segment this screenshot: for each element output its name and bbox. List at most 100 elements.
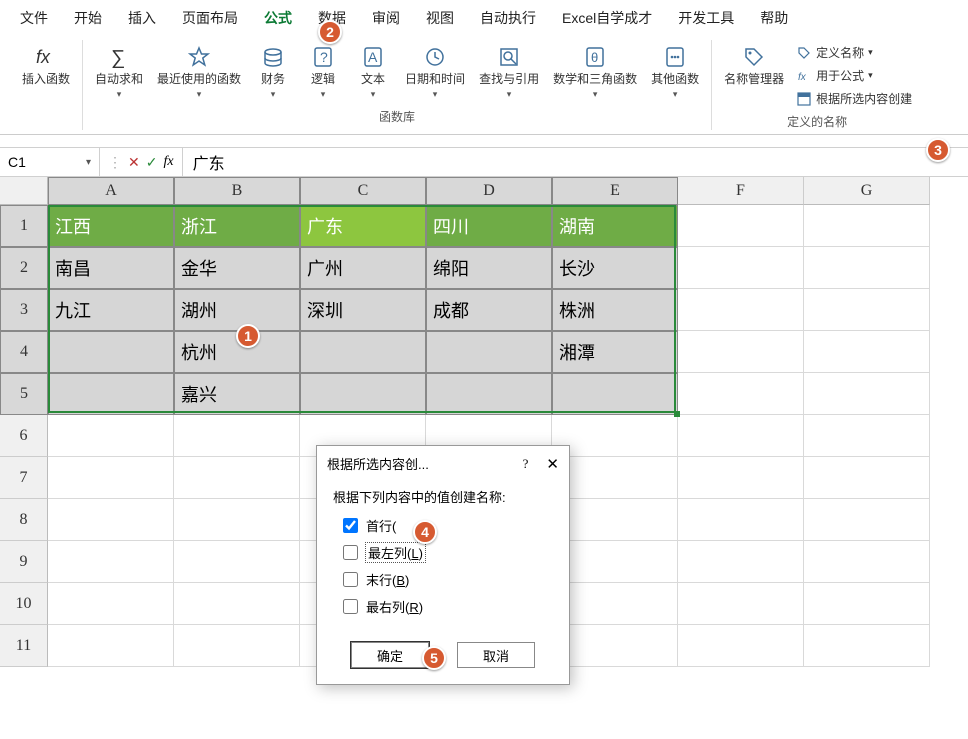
menu-file[interactable]: 文件	[16, 6, 52, 30]
fill-handle[interactable]	[674, 411, 680, 417]
recent-fn-button[interactable]: 最近使用的函数 ▾	[151, 40, 247, 104]
cell-G2[interactable]	[804, 247, 930, 289]
cell-G1[interactable]	[804, 205, 930, 247]
cell-E5[interactable]	[552, 373, 678, 415]
cell-E4[interactable]: 湘潭	[552, 331, 678, 373]
use-in-formula-button[interactable]: fx 用于公式 ▾	[792, 65, 916, 86]
row-header-6[interactable]: 6	[0, 415, 48, 457]
lookup-button[interactable]: 查找与引用 ▾	[473, 40, 545, 104]
row-header-9[interactable]: 9	[0, 541, 48, 583]
cell-G6[interactable]	[804, 415, 930, 457]
opt-left-checkbox[interactable]	[343, 545, 358, 560]
row-header-10[interactable]: 10	[0, 583, 48, 625]
row-header-11[interactable]: 11	[0, 625, 48, 667]
cell-C2[interactable]: 广州	[300, 247, 426, 289]
cancel-button[interactable]: 取消	[457, 642, 535, 668]
cell-F8[interactable]	[678, 499, 804, 541]
cell-B6[interactable]	[174, 415, 300, 457]
cell-F7[interactable]	[678, 457, 804, 499]
text-fn-button[interactable]: A 文本 ▾	[349, 40, 397, 104]
fx-icon[interactable]: fx	[163, 154, 173, 170]
cell-B7[interactable]	[174, 457, 300, 499]
mathtrig-button[interactable]: θ 数学和三角函数 ▾	[547, 40, 643, 104]
opt-right-checkbox[interactable]	[343, 599, 358, 614]
col-header-A[interactable]: A	[48, 177, 174, 205]
cell-C5[interactable]	[300, 373, 426, 415]
menu-insert[interactable]: 插入	[124, 6, 160, 30]
cell-A8[interactable]	[48, 499, 174, 541]
insert-function-button[interactable]: fx 插入函数	[16, 40, 76, 92]
cell-E10[interactable]	[552, 583, 678, 625]
cell-E3[interactable]: 株洲	[552, 289, 678, 331]
cell-E1[interactable]: 湖南	[552, 205, 678, 247]
opt-bottom-checkbox[interactable]	[343, 572, 358, 587]
opt-bottom-row[interactable]: 末行(B)	[343, 570, 553, 589]
define-name-button[interactable]: 定义名称 ▾	[792, 42, 916, 63]
cell-G10[interactable]	[804, 583, 930, 625]
cell-C4[interactable]	[300, 331, 426, 373]
cell-B10[interactable]	[174, 583, 300, 625]
cell-G3[interactable]	[804, 289, 930, 331]
col-header-E[interactable]: E	[552, 177, 678, 205]
formula-input[interactable]: 广东	[183, 150, 968, 174]
cell-G5[interactable]	[804, 373, 930, 415]
autosum-button[interactable]: ∑ 自动求和 ▾	[89, 40, 149, 104]
cell-A2[interactable]: 南昌	[48, 247, 174, 289]
cell-F10[interactable]	[678, 583, 804, 625]
cell-G7[interactable]	[804, 457, 930, 499]
cell-E8[interactable]	[552, 499, 678, 541]
col-header-B[interactable]: B	[174, 177, 300, 205]
cell-F5[interactable]	[678, 373, 804, 415]
cell-B1[interactable]: 浙江	[174, 205, 300, 247]
cell-A3[interactable]: 九江	[48, 289, 174, 331]
opt-top-row[interactable]: 首行(	[343, 516, 553, 535]
col-header-G[interactable]: G	[804, 177, 930, 205]
row-header-1[interactable]: 1	[0, 205, 48, 247]
cell-A5[interactable]	[48, 373, 174, 415]
cell-F9[interactable]	[678, 541, 804, 583]
ok-button[interactable]: 确定	[351, 642, 429, 668]
cancel-icon[interactable]: ✕	[128, 154, 140, 171]
dialog-close-button[interactable]: ✕	[546, 455, 559, 473]
cell-F3[interactable]	[678, 289, 804, 331]
cell-C1[interactable]: 广东	[300, 205, 426, 247]
cell-F6[interactable]	[678, 415, 804, 457]
cell-B8[interactable]	[174, 499, 300, 541]
cell-A4[interactable]	[48, 331, 174, 373]
opt-right-col[interactable]: 最右列(R)	[343, 597, 553, 616]
enter-icon[interactable]: ✓	[146, 154, 158, 171]
menu-formulas[interactable]: 公式	[260, 6, 296, 30]
cell-E11[interactable]	[552, 625, 678, 667]
name-box[interactable]: C1 ▾	[0, 148, 100, 176]
row-header-7[interactable]: 7	[0, 457, 48, 499]
cell-E2[interactable]: 长沙	[552, 247, 678, 289]
cell-B9[interactable]	[174, 541, 300, 583]
cell-C3[interactable]: 深圳	[300, 289, 426, 331]
menu-layout[interactable]: 页面布局	[178, 6, 242, 30]
menu-home[interactable]: 开始	[70, 6, 106, 30]
financial-button[interactable]: 财务 ▾	[249, 40, 297, 104]
row-header-5[interactable]: 5	[0, 373, 48, 415]
cell-B2[interactable]: 金华	[174, 247, 300, 289]
cell-D1[interactable]: 四川	[426, 205, 552, 247]
cell-E7[interactable]	[552, 457, 678, 499]
menu-review[interactable]: 审阅	[368, 6, 404, 30]
cell-D5[interactable]	[426, 373, 552, 415]
cell-G9[interactable]	[804, 541, 930, 583]
cell-D4[interactable]	[426, 331, 552, 373]
menu-help[interactable]: 帮助	[756, 6, 792, 30]
cell-A1[interactable]: 江西	[48, 205, 174, 247]
cell-B3[interactable]: 湖州	[174, 289, 300, 331]
menu-excel-self[interactable]: Excel自学成才	[558, 6, 656, 30]
row-header-4[interactable]: 4	[0, 331, 48, 373]
col-header-D[interactable]: D	[426, 177, 552, 205]
col-header-C[interactable]: C	[300, 177, 426, 205]
menu-auto[interactable]: 自动执行	[476, 6, 540, 30]
cell-A10[interactable]	[48, 583, 174, 625]
select-all-corner[interactable]	[0, 177, 48, 205]
cell-A11[interactable]	[48, 625, 174, 667]
cell-A9[interactable]	[48, 541, 174, 583]
cell-E9[interactable]	[552, 541, 678, 583]
datetime-button[interactable]: 日期和时间 ▾	[399, 40, 471, 104]
row-header-8[interactable]: 8	[0, 499, 48, 541]
